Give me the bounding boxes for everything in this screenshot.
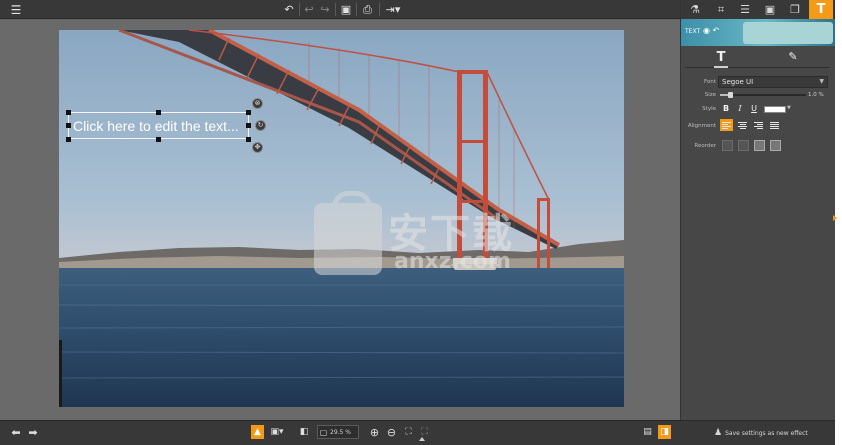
edit-icon[interactable]: ✎ <box>783 50 803 66</box>
rotate-text-icon[interactable]: ↻ <box>255 120 266 131</box>
bring-forward-icon[interactable] <box>754 140 765 151</box>
italic-button[interactable]: I <box>735 104 745 114</box>
subtool-active-indicator <box>714 66 728 68</box>
align-center-button[interactable] <box>736 119 749 131</box>
save-settings-label: Save settings as new effect <box>725 429 808 437</box>
banner-reset-icon[interactable]: ◉ ↶ <box>703 26 719 35</box>
redo-icon[interactable]: ↪ <box>318 2 332 17</box>
adjust-sliders-icon[interactable]: ☰ <box>733 0 757 19</box>
align-right-button[interactable] <box>752 119 765 131</box>
subtool-divider <box>685 67 830 68</box>
save-settings-button[interactable]: ♟ Save settings as new effect <box>714 428 808 438</box>
photo-editor-app: ☰ ↶ ↩ ↪ ▣ ⎙ ⇥▾ 安下载 anxz.com Click here t… <box>0 0 836 445</box>
size-label: Size <box>704 92 716 98</box>
align-left-button[interactable] <box>720 119 733 131</box>
watermark-logo: 安下载 anxz.com <box>312 191 542 285</box>
reorder-label: Reorder <box>694 143 716 149</box>
split-panel-icon[interactable]: ◨ <box>658 425 671 439</box>
text-placeholder: Click here to edit the text... <box>73 117 239 134</box>
banner-label: TEXT <box>685 28 701 35</box>
resize-handle-bl[interactable] <box>66 137 71 142</box>
watermark-url-text: anxz.com <box>394 249 511 274</box>
color-chevron-icon[interactable]: ▼ <box>787 105 791 111</box>
move-text-icon[interactable]: ✥ <box>252 142 263 153</box>
next-image-icon[interactable]: ➡ <box>26 425 40 439</box>
layers-icon[interactable]: ❐ <box>783 0 807 19</box>
underline-button[interactable]: U <box>749 104 759 114</box>
crop-icon[interactable]: ⌗ <box>709 0 733 19</box>
size-value: 1.0 % <box>808 92 824 98</box>
fit-to-screen-icon[interactable]: ⛶ <box>402 425 415 439</box>
text-effect-banner: TEXT ◉ ↶ <box>681 19 836 46</box>
canvas-text-box[interactable]: Click here to edit the text... <box>68 112 249 139</box>
resize-handle-t[interactable] <box>156 110 161 115</box>
export-icon[interactable]: ⇥▾ <box>383 2 403 17</box>
previous-image-icon[interactable]: ⬅ <box>9 425 23 439</box>
text-tool-icon[interactable]: T <box>809 0 833 19</box>
resize-handle-r[interactable] <box>246 123 251 128</box>
collapse-panel-icon[interactable] <box>833 215 837 221</box>
typewriter-thumbnail <box>743 22 833 44</box>
send-to-back-icon[interactable] <box>722 140 733 151</box>
zoom-value: 29.5 % <box>330 428 351 436</box>
resize-handle-tr[interactable] <box>246 110 251 115</box>
text-color-picker[interactable] <box>764 106 786 113</box>
delete-text-icon[interactable]: ⊗ <box>252 98 263 109</box>
fit-icon: ▢ <box>319 427 328 437</box>
bring-to-front-icon[interactable] <box>770 140 781 151</box>
align-justify-button[interactable] <box>768 119 781 131</box>
single-view-icon[interactable]: ▲ <box>251 425 264 439</box>
undo-step-icon[interactable]: ↩ <box>302 2 316 17</box>
image-view-icon[interactable]: ▤ <box>641 425 654 439</box>
save-icon[interactable]: ▣ <box>339 2 353 17</box>
chevron-down-icon: ▼ <box>819 78 824 85</box>
hamburger-menu-icon[interactable]: ☰ <box>8 2 24 17</box>
right-panel: ⚗ ⌗ ☰ ▣ ❐ T TEXT ◉ ↶ T ✎ <box>680 0 836 420</box>
bottom-expand-icon[interactable] <box>419 437 425 441</box>
bold-button[interactable]: B <box>721 104 731 114</box>
send-backward-icon[interactable] <box>738 140 749 151</box>
user-save-icon: ♟ <box>714 428 723 438</box>
view-mode-icon[interactable]: ▣▾ <box>267 425 287 439</box>
panel-edge <box>835 0 842 445</box>
print-icon[interactable]: ⎙ <box>360 2 375 17</box>
resize-handle-b[interactable] <box>156 137 161 142</box>
canvas-workspace: 安下载 anxz.com <box>0 20 680 420</box>
shopping-bag-icon <box>314 191 382 275</box>
style-label: Style <box>702 106 716 112</box>
resize-handle-tl[interactable] <box>66 110 71 115</box>
compare-view-icon[interactable]: ◧ <box>297 425 311 439</box>
alignment-label: Alignment <box>687 123 716 129</box>
undo-icon[interactable]: ↶ <box>282 2 296 17</box>
zoom-out-icon[interactable]: ⊖ <box>385 425 398 439</box>
resize-handle-l[interactable] <box>66 123 71 128</box>
size-slider[interactable] <box>720 92 806 98</box>
resize-handle-br[interactable] <box>246 137 251 142</box>
zoom-in-icon[interactable]: ⊕ <box>368 425 381 439</box>
font-label: Font <box>704 79 716 85</box>
flask-icon[interactable]: ⚗ <box>683 0 707 19</box>
font-select[interactable]: Segoe UI ▼ <box>718 76 828 88</box>
size-slider-knob[interactable] <box>728 92 734 98</box>
font-value: Segoe UI <box>722 78 754 86</box>
panel-tabs: ⚗ ⌗ ☰ ▣ ❐ T <box>681 0 836 19</box>
frame-icon[interactable]: ▣ <box>758 0 782 19</box>
bottom-toolbar: ⬅ ➡ ▲ ▣▾ ◧ 29.5 % ▢ ⊕ ⊖ ⛶ ⛶ ▤ ◨ ♟ Save s… <box>0 420 835 445</box>
text-icon[interactable]: T <box>711 50 731 66</box>
